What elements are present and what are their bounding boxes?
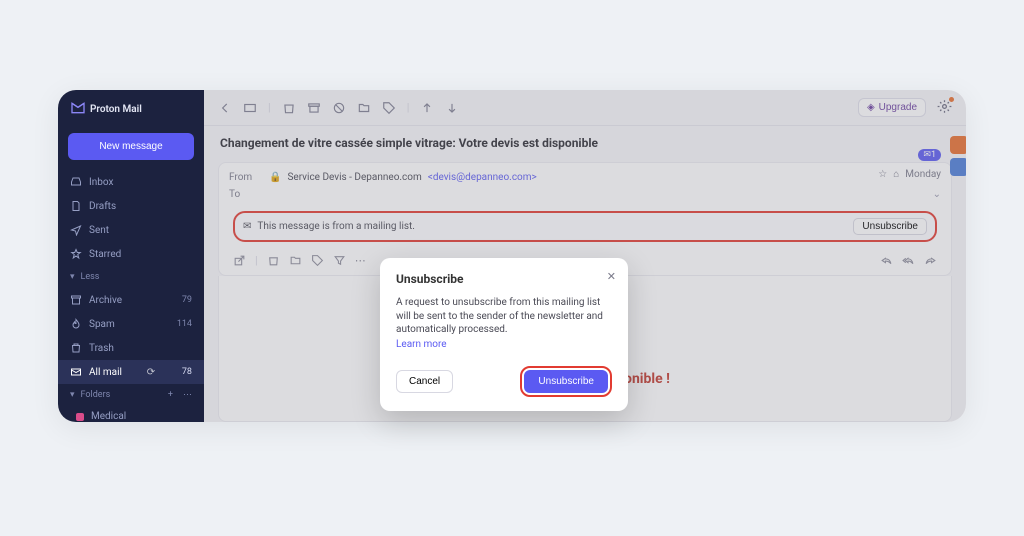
brand-name: Proton Mail (90, 104, 142, 115)
sidebar-item-starred[interactable]: Starred (58, 242, 204, 266)
new-message-button[interactable]: New message (68, 133, 194, 160)
sender-email[interactable]: <devis@depanneo.com> (428, 172, 537, 183)
chevron-down-icon: ▾ (70, 390, 75, 400)
banner-text: This message is from a mailing list. (257, 221, 415, 232)
sidebar-item-spam[interactable]: Spam 114 (58, 312, 204, 336)
settings-button[interactable] (937, 99, 952, 117)
sidebar-item-label: All mail (89, 367, 122, 378)
cancel-button[interactable]: Cancel (396, 370, 453, 393)
sidebar-item-drafts[interactable]: Drafts (58, 194, 204, 218)
refresh-icon: ⟳ (147, 367, 155, 378)
back-icon[interactable] (218, 101, 232, 115)
modal-title: Unsubscribe (396, 272, 612, 286)
folder-medical[interactable]: Medical (58, 406, 204, 422)
sidebar-item-label: Drafts (89, 201, 116, 212)
prev-arrow-icon[interactable] (420, 101, 434, 115)
next-arrow-icon[interactable] (445, 101, 459, 115)
mark-unread-icon[interactable] (243, 101, 257, 115)
archive-icon (70, 294, 82, 306)
sidebar-item-label: Starred (89, 249, 121, 260)
send-icon (70, 224, 82, 236)
folders-label: Folders (81, 390, 111, 400)
mail-icon: ✉ (243, 221, 251, 232)
message-date: Monday (905, 169, 941, 180)
label-icon[interactable] (382, 101, 396, 115)
from-label: From (229, 172, 263, 183)
star-icon (70, 248, 82, 260)
chevron-down-icon: ▾ (70, 272, 75, 282)
banner-unsubscribe-button[interactable]: Unsubscribe (853, 218, 927, 235)
count-badge: 79 (182, 295, 192, 305)
from-row: From 🔒 Service Devis - Depanneo.com <dev… (229, 169, 941, 186)
reply-all-icon[interactable] (902, 254, 915, 267)
chevron-down-icon: ⌄ (933, 189, 941, 200)
fire-icon (70, 318, 82, 330)
delete-icon[interactable] (282, 101, 296, 115)
count-badge: 78 (182, 367, 192, 377)
gem-icon: ◈ (867, 102, 875, 113)
sidebar-item-inbox[interactable]: Inbox (58, 170, 204, 194)
upgrade-button[interactable]: ◈ Upgrade (858, 98, 926, 117)
sidebar-item-label: Archive (89, 295, 122, 306)
count-badge: 114 (177, 319, 192, 329)
notification-dot-icon (949, 97, 954, 102)
contacts-app-icon[interactable] (950, 136, 966, 154)
folder-icon[interactable] (289, 254, 302, 267)
sidebar-item-label: Trash (89, 343, 114, 354)
trash-icon (70, 342, 82, 354)
highlight-ring: Unsubscribe (520, 366, 612, 397)
brand: Proton Mail (58, 90, 204, 129)
sidebar: Proton Mail New message Inbox Drafts Sen… (58, 90, 204, 422)
sidebar-item-label: Less (81, 272, 100, 282)
lock-icon: 🔒 (269, 172, 281, 183)
forward-icon[interactable] (924, 254, 937, 267)
add-folder-icon[interactable]: + (168, 390, 173, 400)
message-toolbar: | | ◈ Upgrade (204, 90, 966, 126)
more-icon[interactable]: ⋯ (355, 254, 368, 267)
mailing-list-banner: ✉ This message is from a mailing list. U… (233, 211, 937, 242)
folders-settings-icon[interactable]: ⋯ (183, 390, 192, 400)
sidebar-item-label: Spam (89, 319, 115, 330)
reply-icon[interactable] (880, 254, 893, 267)
sidebar-less-toggle[interactable]: ▾ Less (58, 266, 204, 288)
inbox-icon (70, 176, 82, 188)
message-header-actions: ☆ ⌂ Monday (878, 169, 941, 180)
popout-icon[interactable] (233, 254, 246, 267)
sidebar-item-trash[interactable]: Trash (58, 336, 204, 360)
side-apps-rail (950, 136, 966, 176)
to-label: To (229, 189, 263, 200)
proton-logo-icon (70, 100, 86, 119)
modal-body: A request to unsubscribe from this maili… (396, 296, 612, 337)
folder-label: Medical (91, 411, 126, 422)
tag-icon[interactable] (311, 254, 324, 267)
sidebar-item-allmail[interactable]: All mail ⟳ 78 (58, 360, 204, 384)
mail-stack-icon (70, 366, 82, 378)
inbox-icon: ⌂ (893, 169, 899, 180)
upgrade-label: Upgrade (879, 102, 917, 113)
sidebar-item-archive[interactable]: Archive 79 (58, 288, 204, 312)
sidebar-folders-header[interactable]: ▾ Folders + ⋯ (58, 384, 204, 406)
conversation-count-badge: ✉1 (918, 149, 941, 161)
trash-icon[interactable] (267, 254, 280, 267)
modal-actions: Cancel Unsubscribe (396, 366, 612, 397)
unsubscribe-modal: ✕ Unsubscribe A request to unsubscribe f… (380, 258, 628, 411)
unsubscribe-confirm-button[interactable]: Unsubscribe (524, 370, 608, 393)
star-icon[interactable]: ☆ (878, 169, 887, 180)
message-subject: Changement de vitre cassée simple vitrag… (204, 126, 966, 158)
spam-icon[interactable] (332, 101, 346, 115)
file-icon (70, 200, 82, 212)
to-row[interactable]: To ⌄ (229, 186, 941, 203)
sender-name: Service Devis - Depanneo.com (287, 172, 421, 183)
sidebar-item-label: Sent (89, 225, 109, 236)
sidebar-item-sent[interactable]: Sent (58, 218, 204, 242)
sidebar-item-label: Inbox (89, 177, 113, 188)
calendar-app-icon[interactable] (950, 158, 966, 176)
close-icon[interactable]: ✕ (607, 270, 616, 283)
folder-color-icon (76, 413, 84, 421)
archive-icon[interactable] (307, 101, 321, 115)
move-icon[interactable] (357, 101, 371, 115)
learn-more-link[interactable]: Learn more (396, 339, 447, 350)
filter-icon[interactable] (333, 254, 346, 267)
